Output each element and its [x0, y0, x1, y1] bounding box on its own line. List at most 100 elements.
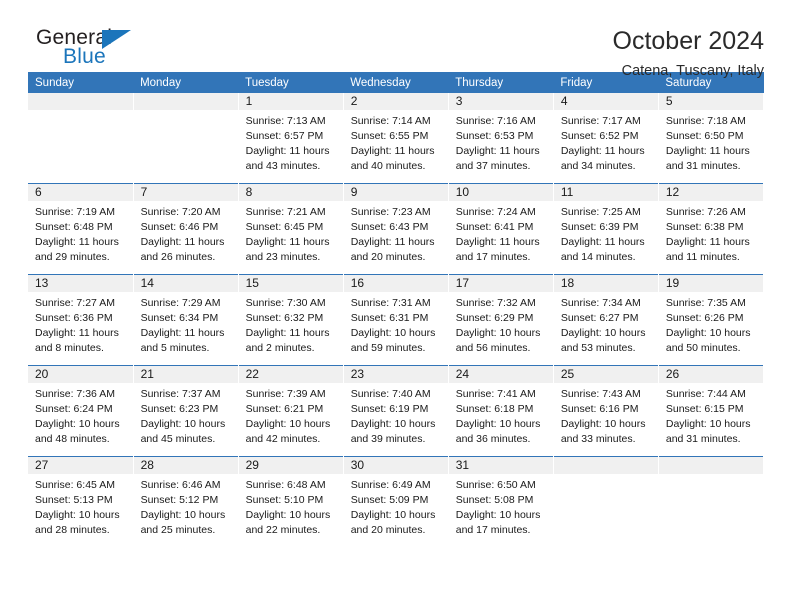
weekday-header-thursday: Thursday [448, 72, 554, 93]
day-cell[interactable]: 5 Sunrise: 7:18 AM Sunset: 6:50 PM Daylight… [658, 93, 765, 184]
sunrise-time: Sunrise: 7:20 AM [140, 206, 221, 218]
sunset-time: Sunset: 6:29 PM [455, 311, 534, 324]
day-number: 30 [343, 457, 448, 474]
day-cell[interactable]: 12 Sunrise: 7:26 AM Sunset: 6:38 PM Dayligh… [658, 183, 765, 275]
daylight-duration-cont: and 34 minutes. [560, 159, 636, 172]
sunrise-time: Sunrise: 6:49 AM [350, 479, 431, 491]
daylight-duration-cont: and 36 minutes. [455, 432, 531, 445]
weekday-header-wednesday: Wednesday [343, 72, 449, 93]
sunrise-time: Sunrise: 7:32 AM [455, 297, 536, 309]
day-info: Sunrise: 7:36 AM Sunset: 6:24 PM Daylight:… [28, 383, 133, 447]
daylight-duration: Daylight: 10 hours [140, 417, 226, 430]
daylight-duration: Daylight: 10 hours [350, 417, 436, 430]
sunset-time: Sunset: 6:18 PM [455, 402, 534, 415]
daylight-duration-cont: and 17 minutes. [455, 250, 531, 263]
daylight-duration: Daylight: 11 hours [245, 235, 330, 248]
day-cell[interactable]: 3 Sunrise: 7:16 AM Sunset: 6:53 PM Daylight… [448, 93, 554, 184]
day-number: 26 [658, 366, 763, 383]
sunset-time: Sunset: 6:57 PM [245, 129, 324, 142]
day-cell[interactable]: 6 Sunrise: 7:19 AM Sunset: 6:48 PM Daylight… [28, 183, 134, 275]
daylight-duration: Daylight: 10 hours [350, 508, 436, 521]
daylight-duration: Daylight: 10 hours [665, 417, 751, 430]
daylight-duration: Daylight: 10 hours [350, 326, 436, 339]
day-info: Sunrise: 6:49 AM Sunset: 5:09 PM Daylight:… [344, 474, 448, 538]
day-number: 23 [343, 366, 448, 383]
day-cell-empty [133, 93, 239, 184]
day-cell[interactable]: 30 Sunrise: 6:49 AM Sunset: 5:09 PM Dayligh… [343, 456, 449, 547]
day-cell[interactable]: 14 Sunrise: 7:29 AM Sunset: 6:34 PM Dayligh… [133, 274, 239, 366]
day-cell[interactable]: 27 Sunrise: 6:45 AM Sunset: 5:13 PM Dayligh… [28, 456, 134, 547]
day-cell[interactable]: 29 Sunrise: 6:48 AM Sunset: 5:10 PM Dayligh… [238, 456, 344, 547]
day-info: Sunrise: 7:18 AM Sunset: 6:50 PM Daylight:… [659, 110, 763, 174]
day-cell[interactable]: 25 Sunrise: 7:43 AM Sunset: 6:16 PM Dayligh… [553, 365, 659, 457]
sunrise-time: Sunrise: 7:21 AM [245, 206, 326, 218]
daylight-duration: Daylight: 10 hours [35, 508, 120, 521]
day-info: Sunrise: 7:16 AM Sunset: 6:53 PM Daylight:… [449, 110, 553, 174]
day-info: Sunrise: 7:23 AM Sunset: 6:43 PM Daylight:… [344, 201, 448, 265]
day-info: Sunrise: 7:21 AM Sunset: 6:45 PM Daylight:… [239, 201, 343, 265]
day-cell[interactable]: 13 Sunrise: 7:27 AM Sunset: 6:36 PM Dayligh… [28, 274, 134, 366]
day-info [659, 474, 763, 478]
day-cell[interactable]: 21 Sunrise: 7:37 AM Sunset: 6:23 PM Dayligh… [133, 365, 239, 457]
day-cell[interactable]: 2 Sunrise: 7:14 AM Sunset: 6:55 PM Daylight… [343, 93, 449, 184]
day-cell[interactable]: 31 Sunrise: 6:50 AM Sunset: 5:08 PM Dayligh… [448, 456, 554, 547]
day-cell[interactable]: 17 Sunrise: 7:32 AM Sunset: 6:29 PM Dayligh… [448, 274, 554, 366]
sunset-time: Sunset: 5:13 PM [35, 493, 113, 506]
day-cell[interactable]: 18 Sunrise: 7:34 AM Sunset: 6:27 PM Dayligh… [553, 274, 659, 366]
day-cell[interactable]: 15 Sunrise: 7:30 AM Sunset: 6:32 PM Dayligh… [238, 274, 344, 366]
sunrise-time: Sunrise: 6:45 AM [35, 479, 115, 491]
daylight-duration: Daylight: 10 hours [560, 417, 646, 430]
day-cell[interactable]: 10 Sunrise: 7:24 AM Sunset: 6:41 PM Dayligh… [448, 183, 554, 275]
day-cell[interactable]: 20 Sunrise: 7:36 AM Sunset: 6:24 PM Dayligh… [28, 365, 134, 457]
daylight-duration: Daylight: 10 hours [455, 417, 541, 430]
daylight-duration-cont: and 31 minutes. [665, 432, 741, 445]
sunrise-time: Sunrise: 7:41 AM [455, 388, 536, 400]
day-cell[interactable]: 11 Sunrise: 7:25 AM Sunset: 6:39 PM Dayligh… [553, 183, 659, 275]
sunset-time: Sunset: 6:36 PM [35, 311, 113, 324]
day-info: Sunrise: 7:25 AM Sunset: 6:39 PM Daylight:… [554, 201, 658, 265]
day-cell[interactable]: 8 Sunrise: 7:21 AM Sunset: 6:45 PM Daylight… [238, 183, 344, 275]
sunrise-time: Sunrise: 7:39 AM [245, 388, 326, 400]
sunrise-time: Sunrise: 7:25 AM [560, 206, 641, 218]
day-cell[interactable]: 4 Sunrise: 7:17 AM Sunset: 6:52 PM Daylight… [553, 93, 659, 184]
daylight-duration-cont: and 23 minutes. [245, 250, 321, 263]
day-cell[interactable]: 19 Sunrise: 7:35 AM Sunset: 6:26 PM Dayligh… [658, 274, 765, 366]
day-cell[interactable]: 1 Sunrise: 7:13 AM Sunset: 6:57 PM Daylight… [238, 93, 344, 184]
sunrise-time: Sunrise: 7:30 AM [245, 297, 326, 309]
day-number: 17 [448, 275, 553, 292]
day-number: 4 [553, 93, 658, 110]
day-cell[interactable]: 7 Sunrise: 7:20 AM Sunset: 6:46 PM Daylight… [133, 183, 239, 275]
day-number: 13 [28, 275, 133, 292]
sunrise-time: Sunrise: 6:46 AM [140, 479, 221, 491]
calendar-body: 1 Sunrise: 7:13 AM Sunset: 6:57 PM Daylight… [28, 93, 765, 547]
day-cell-empty [553, 456, 659, 547]
weekday-header-tuesday: Tuesday [238, 72, 344, 93]
day-number [658, 457, 763, 474]
daylight-duration: Daylight: 11 hours [140, 235, 225, 248]
day-cell[interactable]: 26 Sunrise: 7:44 AM Sunset: 6:15 PM Dayligh… [658, 365, 765, 457]
sunrise-time: Sunrise: 7:14 AM [350, 115, 431, 127]
day-cell[interactable]: 16 Sunrise: 7:31 AM Sunset: 6:31 PM Dayligh… [343, 274, 449, 366]
sunrise-time: Sunrise: 7:13 AM [245, 115, 326, 127]
day-cell[interactable]: 22 Sunrise: 7:39 AM Sunset: 6:21 PM Dayligh… [238, 365, 344, 457]
daylight-duration-cont: and 28 minutes. [35, 523, 110, 536]
day-cell[interactable]: 24 Sunrise: 7:41 AM Sunset: 6:18 PM Dayligh… [448, 365, 554, 457]
general-blue-logo[interactable]: General Blue [28, 26, 168, 76]
day-cell[interactable]: 23 Sunrise: 7:40 AM Sunset: 6:19 PM Dayligh… [343, 365, 449, 457]
calendar-week-row: 13 Sunrise: 7:27 AM Sunset: 6:36 PM Dayligh… [28, 274, 765, 366]
day-cell[interactable]: 28 Sunrise: 6:46 AM Sunset: 5:12 PM Dayligh… [133, 456, 239, 547]
day-info: Sunrise: 7:17 AM Sunset: 6:52 PM Daylight:… [554, 110, 658, 174]
day-info: Sunrise: 6:45 AM Sunset: 5:13 PM Daylight:… [28, 474, 133, 538]
triangle-flag-icon [102, 30, 131, 49]
day-number: 5 [658, 93, 763, 110]
calendar-week-row: 27 Sunrise: 6:45 AM Sunset: 5:13 PM Dayligh… [28, 456, 765, 547]
day-number: 15 [238, 275, 343, 292]
day-info: Sunrise: 7:14 AM Sunset: 6:55 PM Daylight:… [344, 110, 448, 174]
sunset-time: Sunset: 6:43 PM [350, 220, 429, 233]
day-cell-empty [28, 93, 134, 184]
sunrise-time: Sunrise: 7:24 AM [455, 206, 536, 218]
day-cell[interactable]: 9 Sunrise: 7:23 AM Sunset: 6:43 PM Daylight… [343, 183, 449, 275]
sunrise-time: Sunrise: 7:27 AM [35, 297, 115, 309]
daylight-duration: Daylight: 11 hours [665, 144, 750, 157]
sunset-time: Sunset: 6:26 PM [665, 311, 744, 324]
